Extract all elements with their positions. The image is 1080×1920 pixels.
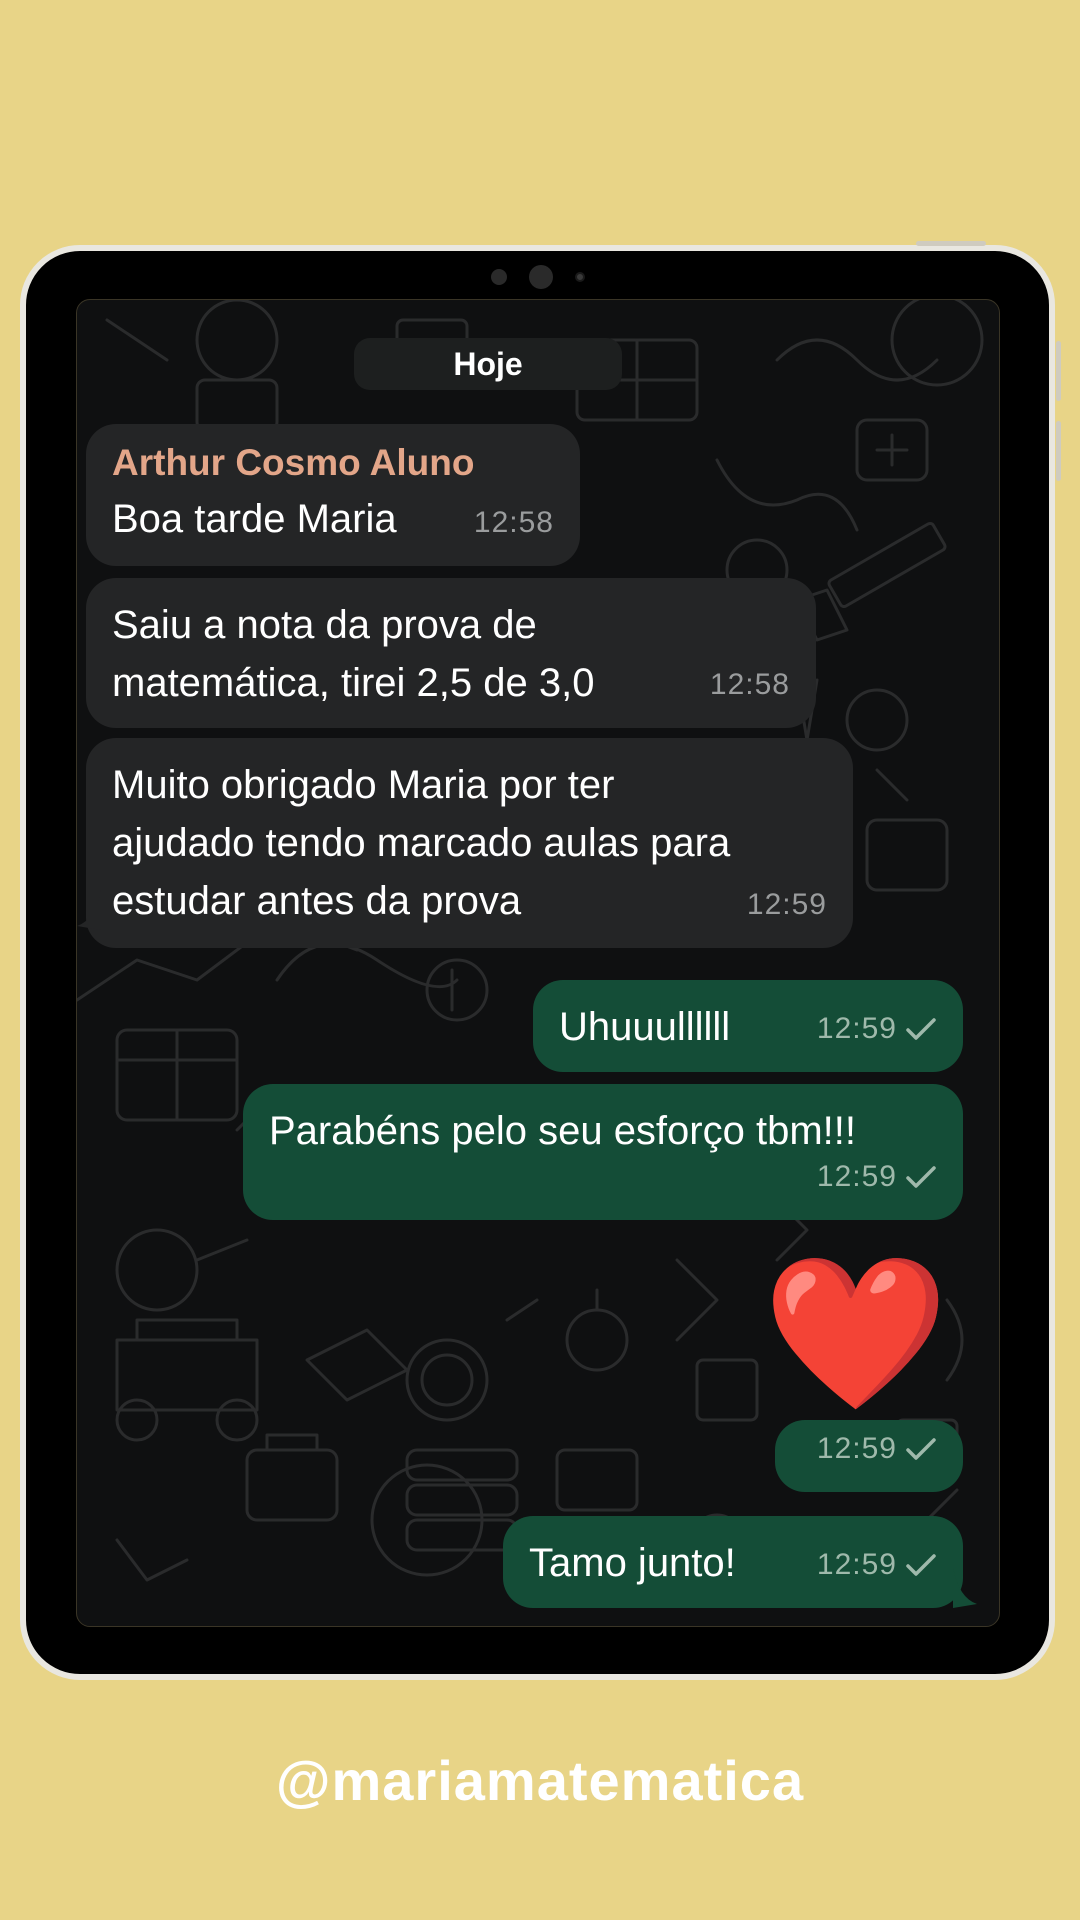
message-text-line: Muito obrigado Maria por ter: [112, 763, 615, 807]
volume-up-button: [1056, 341, 1061, 401]
sent-check-icon: [906, 1018, 936, 1040]
message-text-line: estudar antes da prova: [112, 879, 522, 923]
sensor-icon: [490, 269, 507, 285]
tablet-top-button: [916, 241, 986, 246]
message-bubble-incoming[interactable]: Arthur Cosmo Aluno Boa tarde Maria 12:58: [86, 424, 580, 566]
tablet-frame: Hoje Arthur Cosmo Aluno Boa tarde Maria …: [20, 241, 1061, 1680]
flash-icon: [574, 272, 585, 282]
message-bubble-incoming[interactable]: Saiu a nota da prova de matemática, tire…: [86, 578, 816, 728]
message-bubble-incoming[interactable]: Muito obrigado Maria por ter ajudado ten…: [86, 738, 853, 948]
message-text-line: ajudado tendo marcado aulas para: [112, 821, 731, 865]
sender-name[interactable]: Arthur Cosmo Aluno: [112, 442, 554, 484]
message-meta: 12:59: [817, 1536, 937, 1594]
front-camera-array: [490, 265, 585, 289]
heart-emoji-message[interactable]: ❤️: [762, 1258, 949, 1408]
message-meta: 12:59: [817, 1420, 937, 1478]
message-bubble-outgoing[interactable]: Uhuuullllll 12:59: [533, 980, 963, 1072]
date-separator: Hoje: [354, 338, 622, 390]
sent-check-icon: [906, 1554, 936, 1576]
message-meta: 12:59: [817, 1000, 937, 1058]
message-meta: 12:59: [817, 1148, 937, 1206]
message-bubble-outgoing[interactable]: Parabéns pelo seu esforço tbm!!! 12:59: [243, 1084, 963, 1220]
message-time: 12:58: [473, 506, 554, 539]
message-bubble-outgoing[interactable]: Tamo junto! 12:59: [503, 1516, 963, 1608]
instagram-handle: @mariamatematica: [275, 1749, 805, 1812]
volume-down-button: [1056, 421, 1061, 481]
message-bubble-outgoing[interactable]: 12:59: [775, 1420, 963, 1492]
message-time: 12:58: [709, 668, 790, 701]
chat-screen[interactable]: Hoje Arthur Cosmo Aluno Boa tarde Maria …: [76, 299, 1000, 1627]
message-text-line: Saiu a nota da prova de: [112, 603, 537, 647]
message-time: 12:59: [746, 888, 827, 921]
camera-icon: [528, 265, 553, 289]
message-text-line: matemática, tirei 2,5 de 3,0: [112, 661, 595, 705]
sent-check-icon: [906, 1438, 936, 1460]
bubble-tail-icon: [77, 890, 101, 930]
sent-check-icon: [906, 1166, 936, 1188]
bubble-tail-icon: [953, 1568, 977, 1608]
